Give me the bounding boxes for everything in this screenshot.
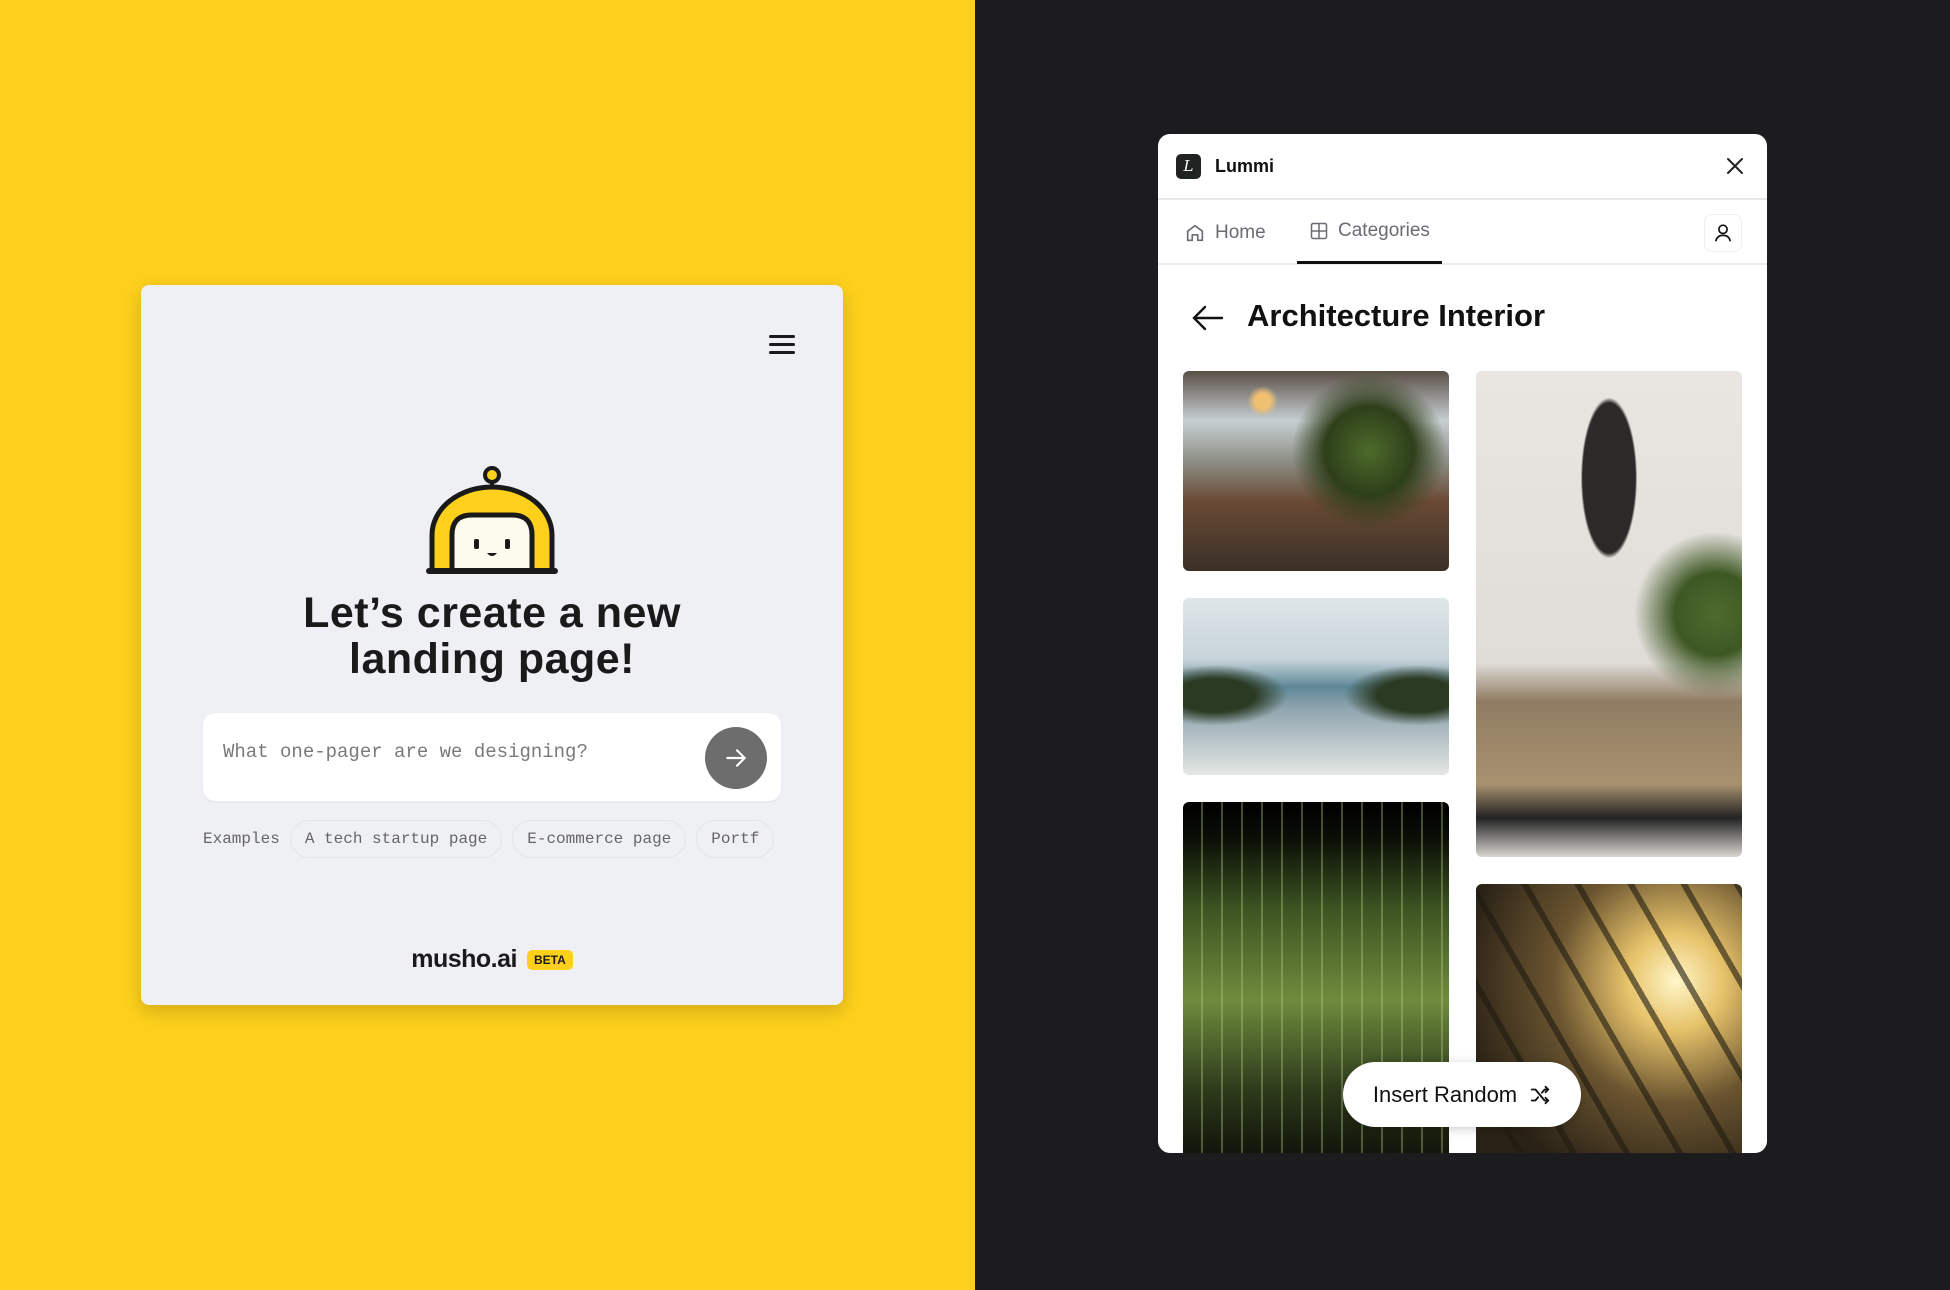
beta-badge: BETA (526, 949, 573, 970)
brand-logo: musho.ai BETA (141, 945, 843, 974)
insert-random-button[interactable]: Insert Random (1343, 1062, 1581, 1127)
yellow-background: Let’s create a new landing page! Example… (0, 0, 975, 1290)
brand-name: musho.ai (411, 945, 517, 973)
title-row: Architecture Interior (1158, 294, 1767, 340)
image-office-lounge[interactable] (1183, 371, 1449, 571)
lummi-logo: L (1176, 154, 1201, 179)
robot-mascot-icon (426, 466, 558, 574)
example-chip[interactable]: A tech startup page (289, 820, 503, 858)
home-icon (1186, 224, 1204, 241)
hamburger-menu-icon[interactable] (769, 335, 795, 355)
page-title: Architecture Interior (1247, 298, 1546, 333)
panel-header: L Lummi (1158, 134, 1767, 200)
app-title: Lummi (1215, 156, 1275, 176)
back-arrow-icon[interactable] (1192, 304, 1224, 332)
heading-line-2: landing page! (349, 635, 635, 683)
user-account-button[interactable] (1704, 214, 1742, 252)
insert-random-label: Insert Random (1372, 1081, 1518, 1107)
page-heading: Let’s create a new landing page! (141, 590, 843, 682)
image-pendant-lamp-interior[interactable] (1476, 371, 1742, 857)
submit-button[interactable] (705, 727, 767, 789)
musho-card: Let’s create a new landing page! Example… (141, 285, 843, 1005)
prompt-input[interactable] (223, 741, 683, 763)
tab-home[interactable]: Home (1184, 200, 1266, 265)
grid-icon (1310, 222, 1328, 239)
examples-row: Examples A tech startup page E-commerce pa… (203, 820, 781, 858)
heading-line-1: Let’s create a new (303, 589, 681, 637)
user-icon (1714, 224, 1732, 242)
prompt-box (203, 713, 781, 801)
lummi-panel: L Lummi Home Categories Architecture Int… (1158, 134, 1767, 1153)
tab-categories[interactable]: Categories (1297, 200, 1442, 264)
example-chip[interactable]: E-commerce page (512, 820, 687, 858)
examples-label: Examples (203, 830, 280, 848)
tab-label: Categories (1338, 219, 1430, 241)
image-ocean-view-gym[interactable] (1183, 598, 1449, 775)
close-icon[interactable] (1723, 154, 1747, 178)
nav-tabs: Home Categories (1158, 200, 1767, 265)
shuffle-icon (1530, 1085, 1550, 1104)
arrow-right-icon (726, 749, 747, 767)
example-chip[interactable]: Portf (696, 820, 775, 858)
tab-label: Home (1215, 221, 1266, 243)
